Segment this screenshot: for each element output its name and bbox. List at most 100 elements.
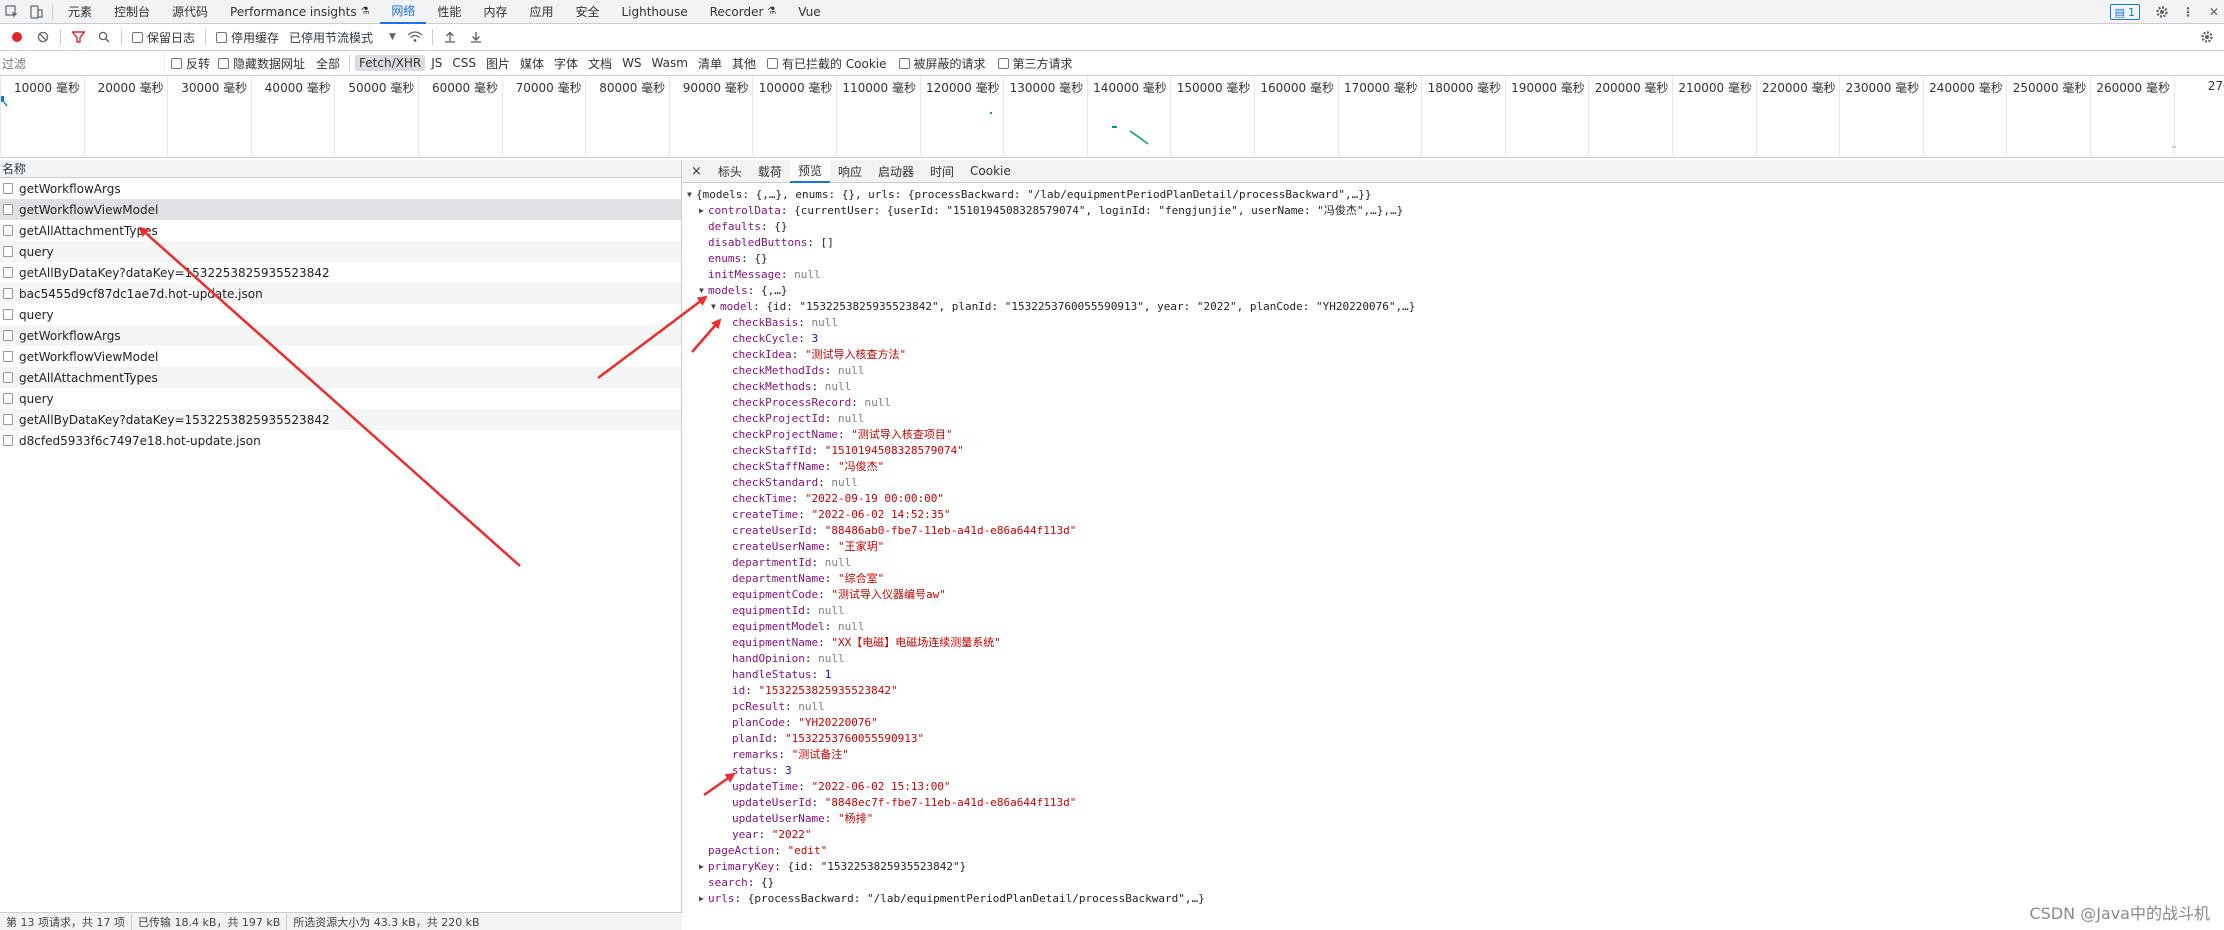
- tab-payload[interactable]: 载荷: [750, 160, 790, 183]
- search-icon[interactable]: [95, 28, 113, 46]
- filter-type-all[interactable]: 全部: [312, 54, 344, 73]
- triangle-expanded-icon[interactable]: ▼: [687, 187, 696, 203]
- triangle-expanded-icon[interactable]: ▼: [699, 283, 708, 299]
- close-detail-icon[interactable]: ×: [683, 160, 710, 183]
- tree-node-checkProcessRecord: checkProcessRecord: null: [683, 395, 2224, 411]
- checkbox-box[interactable]: [218, 57, 230, 69]
- filter-type-css[interactable]: CSS: [448, 55, 480, 71]
- triangle-expanded-icon[interactable]: ▼: [711, 299, 720, 315]
- invert-checkbox[interactable]: 反转: [171, 55, 210, 72]
- filter-type-media[interactable]: 媒体: [516, 54, 548, 73]
- tree-colon: :: [780, 268, 795, 281]
- tree-key: pcResult: [732, 700, 785, 713]
- request-row[interactable]: query: [0, 241, 681, 262]
- preserve-log-checkbox[interactable]: 保留日志: [132, 29, 195, 46]
- request-row[interactable]: d8cfed5933f6c7497e18.hot-update.json: [0, 430, 681, 451]
- request-row[interactable]: getAllAttachmentTypes: [0, 367, 681, 388]
- triangle-collapsed-icon[interactable]: ▶: [699, 891, 708, 907]
- blocked-cookies-checkbox[interactable]: 有已拦截的 Cookie: [766, 55, 887, 72]
- filter-type-img[interactable]: 图片: [482, 54, 514, 73]
- request-row[interactable]: query: [0, 388, 681, 409]
- tab-vue[interactable]: Vue: [787, 0, 831, 24]
- tab-performance-insights[interactable]: Performance insights ⚗: [219, 0, 380, 24]
- tab-cookies[interactable]: Cookie: [962, 160, 1019, 183]
- disable-cache-checkbox[interactable]: 停用缓存: [216, 29, 279, 46]
- request-row[interactable]: getWorkflowViewModel: [0, 199, 681, 220]
- filter-input[interactable]: 过滤: [0, 53, 165, 73]
- more-options-icon[interactable]: ⋮: [2180, 4, 2196, 20]
- tab-memory[interactable]: 内存: [472, 0, 518, 24]
- checkbox-box[interactable]: [766, 57, 778, 69]
- request-row[interactable]: getWorkflowArgs: [0, 178, 681, 199]
- triangle-collapsed-icon[interactable]: ▶: [699, 203, 708, 219]
- tab-headers[interactable]: 标头: [710, 160, 750, 183]
- triangle-collapsed-icon[interactable]: ▶: [699, 859, 708, 875]
- filter-type-other[interactable]: 其他: [728, 54, 760, 73]
- tree-node-model[interactable]: ▼ model: {id: "1532253825935523842", plan…: [683, 299, 2224, 315]
- tree-value: "XX【电磁】电磁场连续测量系统": [831, 636, 1001, 649]
- third-party-checkbox[interactable]: 第三方请求: [997, 55, 1073, 72]
- tree-node-controlData[interactable]: ▶ controlData: {currentUser: {userId: "15…: [683, 203, 2224, 219]
- hide-data-urls-checkbox[interactable]: 隐藏数据网址: [218, 55, 305, 72]
- tree-node-models[interactable]: ▼ models: {,…}: [683, 283, 2224, 299]
- tree-key: enums: [708, 252, 742, 265]
- import-har-icon[interactable]: [441, 28, 459, 46]
- filter-icon[interactable]: [69, 28, 87, 46]
- tree-value: "8848ec7f-fbe7-11eb-a41d-e86a644f113d": [824, 796, 1077, 809]
- filter-type-font[interactable]: 字体: [550, 54, 582, 73]
- tab-security[interactable]: 安全: [564, 0, 610, 24]
- request-row[interactable]: getAllByDataKey?dataKey=1532253825935523…: [0, 262, 681, 283]
- network-timeline-overview[interactable]: 10000 毫秒 20000 毫秒 30000 毫秒 40000 毫秒 50000 毫秒…: [0, 76, 2224, 158]
- record-icon[interactable]: [8, 28, 26, 46]
- checkbox-box[interactable]: [997, 57, 1009, 69]
- clear-icon[interactable]: [34, 28, 52, 46]
- tab-performance[interactable]: 性能: [426, 0, 472, 24]
- network-conditions-wifi-icon[interactable]: [406, 28, 424, 46]
- checkbox-box[interactable]: [216, 31, 228, 43]
- blocked-requests-checkbox[interactable]: 被屏蔽的请求: [898, 55, 986, 72]
- tab-application[interactable]: 应用: [518, 0, 564, 24]
- tab-response[interactable]: 响应: [830, 160, 870, 183]
- checkbox-box[interactable]: [898, 57, 910, 69]
- filter-type-manifest[interactable]: 清单: [694, 54, 726, 73]
- tree-colon: :: [798, 508, 812, 521]
- request-row[interactable]: getWorkflowArgs: [0, 325, 681, 346]
- checkbox-box[interactable]: [132, 31, 143, 43]
- filter-type-doc[interactable]: 文档: [584, 54, 616, 73]
- close-devtools-icon[interactable]: ✕: [2206, 4, 2222, 20]
- tree-node-primaryKey[interactable]: ▶ primaryKey: {id: "1532253825935523842"}: [683, 859, 2224, 875]
- filter-type-ws[interactable]: WS: [618, 55, 645, 71]
- tree-node-root[interactable]: ▼ {models: {,…}, enums: {}, urls: {proces…: [683, 187, 2224, 203]
- request-row[interactable]: getWorkflowViewModel: [0, 346, 681, 367]
- tree-key: checkBasis: [732, 316, 799, 329]
- network-settings-gear-icon[interactable]: [2198, 28, 2216, 46]
- export-har-icon[interactable]: [467, 28, 485, 46]
- tree-colon: :: [824, 460, 838, 473]
- request-row[interactable]: getAllByDataKey?dataKey=1532253825935523…: [0, 409, 681, 430]
- request-row[interactable]: getAllAttachmentTypes: [0, 220, 681, 241]
- tab-preview[interactable]: 预览: [789, 159, 830, 183]
- tab-initiator[interactable]: 启动器: [870, 160, 922, 183]
- tab-timing[interactable]: 时间: [922, 160, 962, 183]
- tab-sources[interactable]: 源代码: [161, 0, 219, 24]
- tree-node-urls[interactable]: ▶ urls: {processBackward: "/lab/equipment…: [683, 891, 2224, 907]
- tab-console[interactable]: 控制台: [103, 0, 161, 24]
- tab-network[interactable]: 网络: [380, 0, 427, 24]
- tab-elements[interactable]: 元素: [57, 0, 103, 24]
- device-toolbar-icon[interactable]: [28, 4, 44, 20]
- request-name: getWorkflowViewModel: [19, 349, 159, 364]
- request-row[interactable]: query: [0, 304, 681, 325]
- tree-colon: :: [824, 572, 838, 585]
- checkbox-box[interactable]: [171, 57, 182, 69]
- tab-recorder[interactable]: Recorder ⚗: [699, 0, 788, 24]
- settings-gear-icon[interactable]: [2154, 4, 2170, 20]
- inspect-element-icon[interactable]: [4, 4, 20, 20]
- throttle-select[interactable]: 已停用节流模式 ▼: [289, 29, 396, 46]
- issues-badge[interactable]: ▤ 1: [2109, 4, 2140, 20]
- tab-lighthouse[interactable]: Lighthouse: [610, 0, 698, 24]
- request-row[interactable]: bac5455d9cf87dc1ae7d.hot-update.json: [0, 283, 681, 304]
- request-list-header[interactable]: 名称: [0, 160, 681, 178]
- filter-type-js[interactable]: JS: [427, 55, 446, 71]
- filter-type-fetch-xhr[interactable]: Fetch/XHR: [355, 55, 426, 71]
- filter-type-wasm[interactable]: Wasm: [648, 55, 692, 71]
